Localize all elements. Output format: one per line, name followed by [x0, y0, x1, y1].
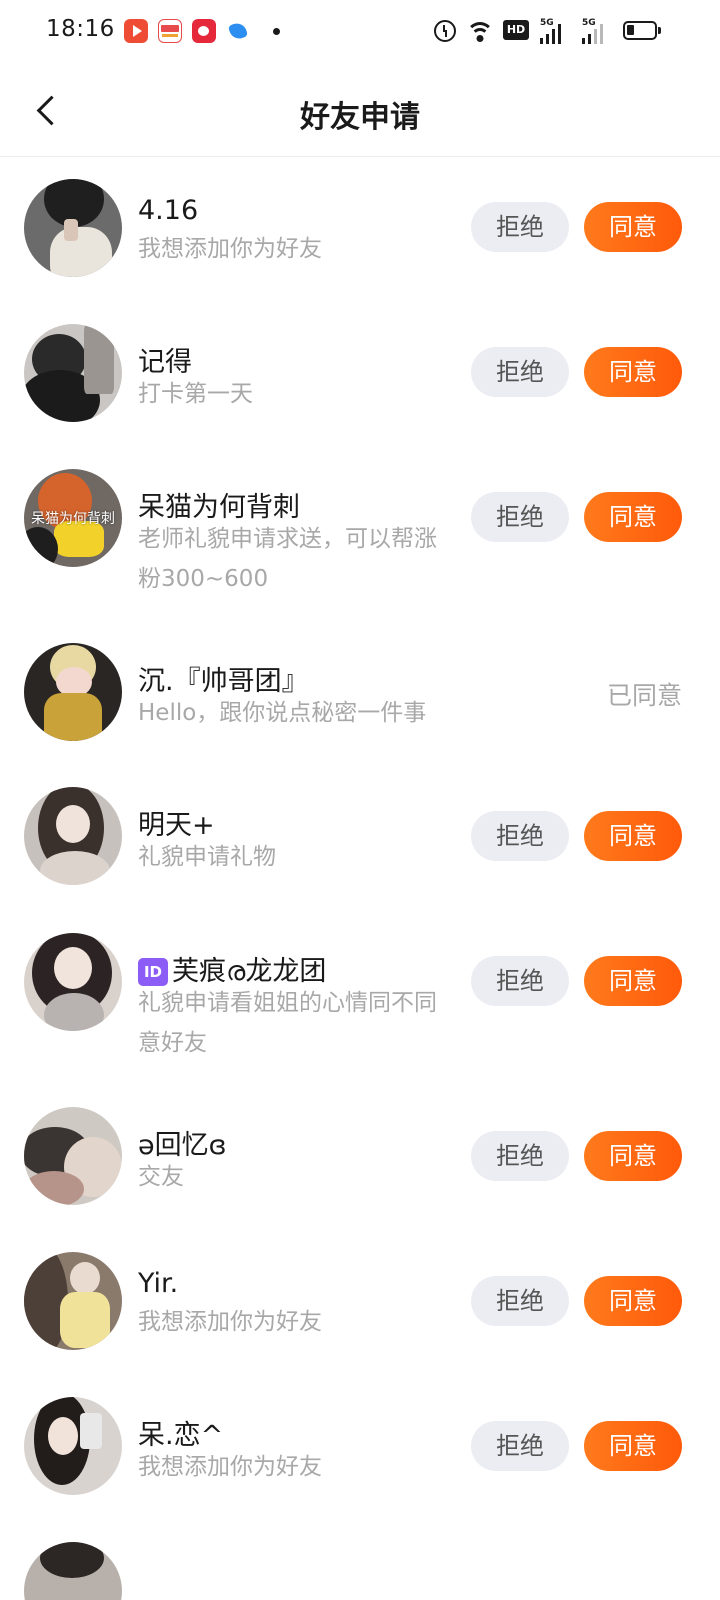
reject-button[interactable]: 拒绝: [471, 202, 569, 252]
avatar[interactable]: [24, 1397, 122, 1495]
list-item: ә回忆ɞ 交友 拒绝 同意: [0, 1107, 720, 1252]
agree-button[interactable]: 同意: [584, 202, 682, 252]
reject-button[interactable]: 拒绝: [471, 1276, 569, 1326]
agree-button[interactable]: 同意: [584, 1131, 682, 1181]
avatar[interactable]: 呆猫为何背刺: [24, 469, 122, 567]
request-message: 交友: [138, 1164, 184, 1190]
agree-button[interactable]: 同意: [584, 1421, 682, 1471]
agree-button[interactable]: 同意: [584, 811, 682, 861]
request-message: 我想添加你为好友: [138, 236, 322, 262]
list-item: [0, 1542, 720, 1600]
request-message: 我想添加你为好友: [138, 1454, 322, 1480]
list-item: 沉.『帅哥团』 Hello，跟你说点秘密一件事 已同意: [0, 632, 720, 777]
avatar[interactable]: [24, 787, 122, 885]
signal-5g-icon: 5G: [540, 18, 572, 44]
request-message: 打卡第一天: [138, 381, 253, 407]
reject-button[interactable]: 拒绝: [471, 956, 569, 1006]
avatar[interactable]: [24, 643, 122, 741]
status-bar: 18:16 HD 5G 5G: [0, 0, 720, 64]
reject-button[interactable]: 拒绝: [471, 492, 569, 542]
list-item: 记得 打卡第一天 拒绝 同意: [0, 302, 720, 447]
reject-button[interactable]: 拒绝: [471, 1131, 569, 1181]
agreed-status: 已同意: [606, 681, 682, 710]
toutiao-news-icon: [158, 19, 182, 43]
blue-app-icon: [226, 19, 250, 43]
video-app-icon: [124, 19, 148, 43]
battery-icon: [623, 21, 661, 40]
signal-5g-icon: 5G: [582, 18, 614, 44]
agree-button[interactable]: 同意: [584, 956, 682, 1006]
id-badge-icon: ID: [138, 958, 168, 986]
status-time: 18:16: [46, 16, 115, 42]
list-item: 明天+ 礼貌申请礼物 拒绝 同意: [0, 777, 720, 922]
hd-icon: HD: [503, 20, 529, 40]
list-item: 呆猫为何背刺 呆猫为何背刺 老师礼貌申请求送，可以帮涨粉300~600 拒绝 同…: [0, 447, 720, 632]
wifi-icon: [466, 20, 494, 44]
list-item: 呆.恋^ 我想添加你为好友 拒绝 同意: [0, 1397, 720, 1542]
more-notifications-dot: [273, 28, 280, 35]
heart-app-icon: [192, 19, 216, 43]
request-message: 我想添加你为好友: [138, 1309, 322, 1335]
request-message: 老师礼貌申请求送，可以帮涨粉300~600: [138, 526, 437, 592]
reject-button[interactable]: 拒绝: [471, 811, 569, 861]
alarm-icon: [434, 20, 456, 42]
avatar[interactable]: [24, 933, 122, 1031]
agree-button[interactable]: 同意: [584, 1276, 682, 1326]
request-message: 礼貌申请看姐姐的心情同不同意好友: [138, 990, 437, 1056]
avatar-text: 呆猫为何背刺: [31, 511, 115, 527]
requester-name: Yir.: [138, 1268, 179, 1299]
agree-button[interactable]: 同意: [584, 492, 682, 542]
reject-button[interactable]: 拒绝: [471, 1421, 569, 1471]
avatar[interactable]: [24, 1542, 122, 1600]
agree-button[interactable]: 同意: [584, 347, 682, 397]
request-message: Hello，跟你说点秘密一件事: [138, 700, 427, 726]
request-message: 礼貌申请礼物: [138, 844, 276, 870]
requester-name: 4.16: [138, 195, 199, 226]
reject-button[interactable]: 拒绝: [471, 347, 569, 397]
page-title: 好友申请: [300, 100, 420, 135]
list-item: ID 芙痕ര龙龙团 礼貌申请看姐姐的心情同不同意好友 拒绝 同意: [0, 922, 720, 1107]
avatar[interactable]: [24, 324, 122, 422]
list-item: Yir. 我想添加你为好友 拒绝 同意: [0, 1252, 720, 1397]
header-bar: 好友申请: [0, 64, 720, 157]
list-item: 4.16 我想添加你为好友 拒绝 同意: [0, 157, 720, 302]
avatar[interactable]: [24, 1107, 122, 1205]
avatar[interactable]: [24, 1252, 122, 1350]
avatar[interactable]: [24, 179, 122, 277]
